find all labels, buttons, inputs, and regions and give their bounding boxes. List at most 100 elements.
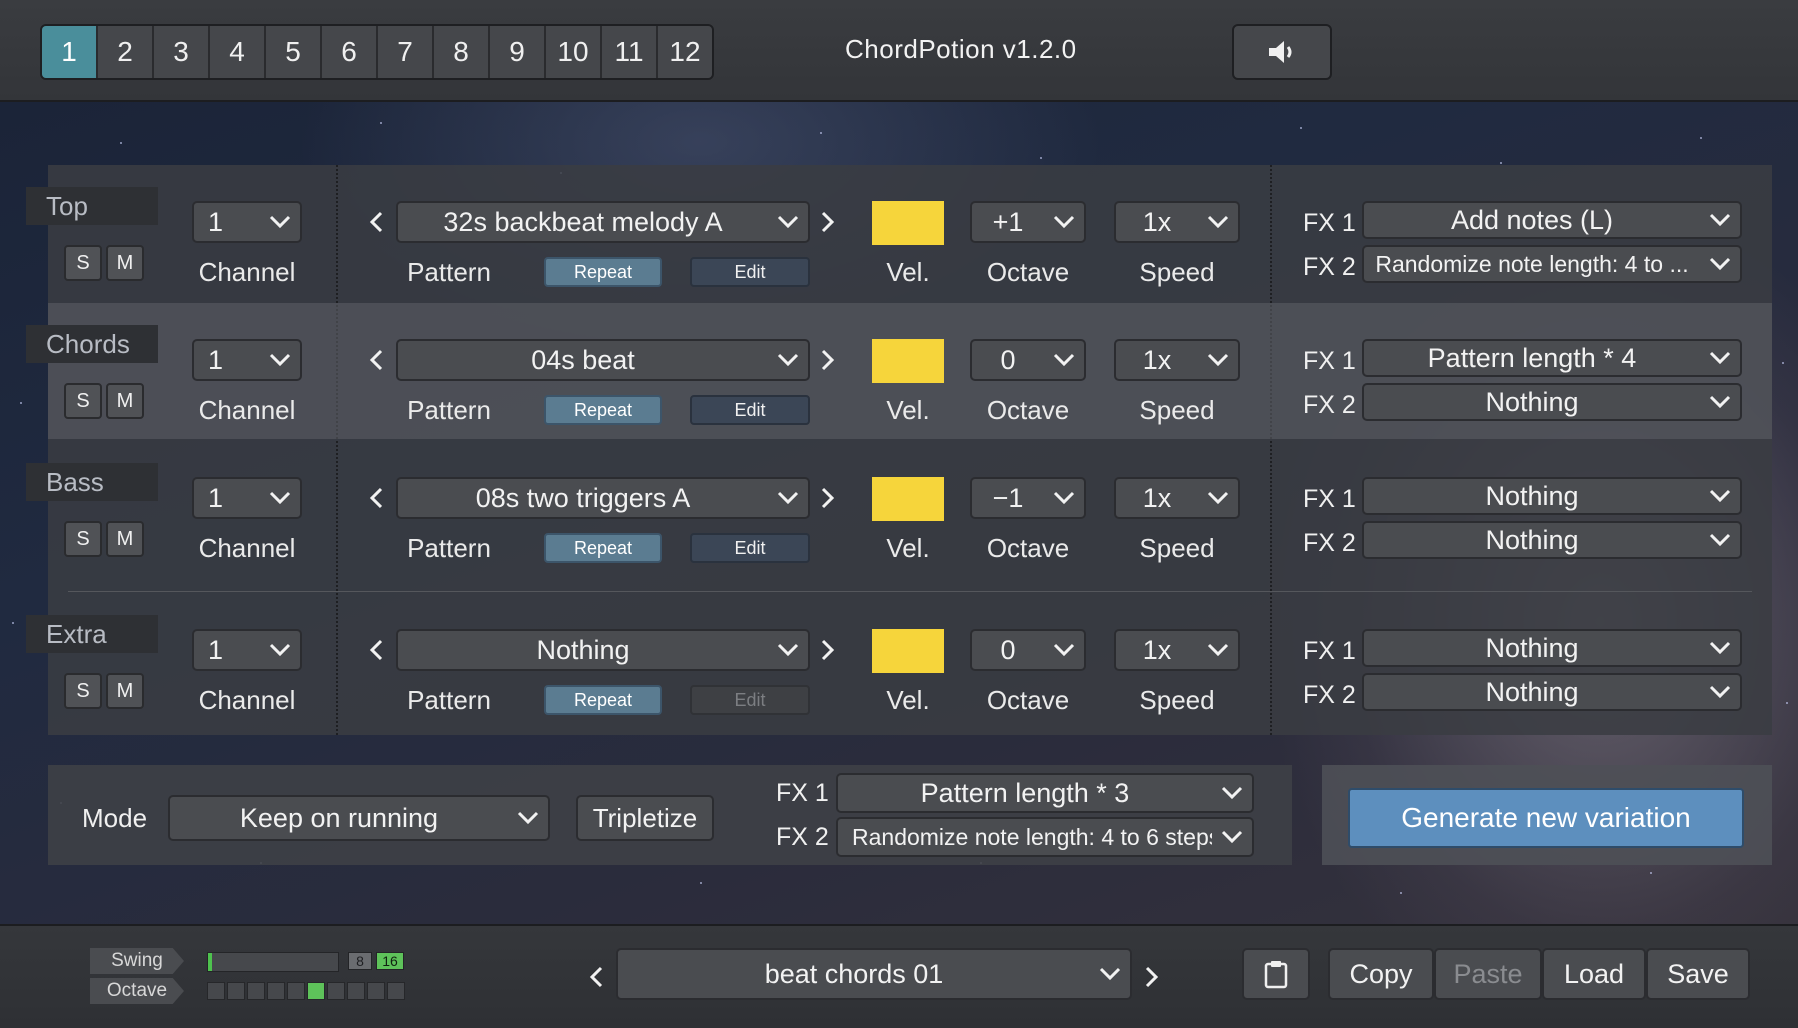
preset-tab-3[interactable]: 3: [154, 26, 210, 78]
speed-dropdown[interactable]: 1x: [1114, 339, 1240, 381]
prev-pattern-button[interactable]: [366, 483, 386, 513]
grid-16-toggle[interactable]: 16: [376, 952, 404, 970]
channel-dropdown[interactable]: 1: [192, 201, 302, 243]
next-pattern-button[interactable]: [818, 483, 838, 513]
preset-dropdown[interactable]: beat chords 01: [616, 948, 1132, 1000]
solo-button[interactable]: S: [64, 245, 102, 281]
speed-label: Speed: [1139, 685, 1215, 715]
mute-button[interactable]: M: [106, 673, 144, 709]
preset-tab-11[interactable]: 11: [602, 26, 658, 78]
velocity-box[interactable]: [872, 339, 944, 383]
pattern-value: Nothing: [536, 634, 630, 665]
mute-button[interactable]: M: [106, 521, 144, 557]
fx1-value: Pattern length * 4: [1427, 342, 1637, 373]
edit-button[interactable]: Edit: [690, 533, 810, 563]
global-fx2-dropdown[interactable]: Randomize note length: 4 to 6 steps: [836, 817, 1254, 857]
octave-dropdown[interactable]: −1: [970, 477, 1086, 519]
prev-pattern-button[interactable]: [366, 345, 386, 375]
octave-range-cell[interactable]: [287, 982, 305, 1000]
solo-button[interactable]: S: [64, 383, 102, 419]
clipboard-button[interactable]: [1242, 948, 1310, 1000]
velocity-box[interactable]: [872, 477, 944, 521]
speed-dropdown[interactable]: 1x: [1114, 477, 1240, 519]
velocity-box[interactable]: [872, 201, 944, 245]
next-pattern-button[interactable]: [818, 207, 838, 237]
generate-variation-button[interactable]: Generate new variation: [1348, 788, 1744, 848]
octave-range-cell[interactable]: [247, 982, 265, 1000]
tripletize-button[interactable]: Tripletize: [576, 795, 714, 841]
next-pattern-button[interactable]: [818, 345, 838, 375]
mode-dropdown[interactable]: Keep on running: [168, 795, 550, 841]
copy-button[interactable]: Copy: [1328, 948, 1434, 1000]
chevron-right-icon: [821, 349, 835, 371]
channel-dropdown[interactable]: 1: [192, 339, 302, 381]
save-button[interactable]: Save: [1646, 948, 1750, 1000]
speed-dropdown[interactable]: 1x: [1114, 201, 1240, 243]
prev-pattern-button[interactable]: [366, 207, 386, 237]
octave-range-cell[interactable]: [227, 982, 245, 1000]
fx2-dropdown[interactable]: Nothing: [1362, 383, 1742, 421]
channel-value: 1: [208, 634, 224, 665]
octave-range-cell[interactable]: [207, 982, 225, 1000]
octave-range-cell[interactable]: [327, 982, 345, 1000]
preset-tab-9[interactable]: 9: [490, 26, 546, 78]
preset-tab-2[interactable]: 2: [98, 26, 154, 78]
chevron-down-icon: [508, 811, 548, 825]
channel-dropdown[interactable]: 1: [192, 629, 302, 671]
channel-dropdown[interactable]: 1: [192, 477, 302, 519]
edit-button[interactable]: Edit: [690, 257, 810, 287]
global-fx1-dropdown[interactable]: Pattern length * 3: [836, 773, 1254, 813]
pattern-label: Pattern: [407, 395, 491, 425]
mute-button[interactable]: M: [106, 383, 144, 419]
next-preset-button[interactable]: [1142, 962, 1162, 992]
solo-button[interactable]: S: [64, 673, 102, 709]
repeat-button[interactable]: Repeat: [544, 533, 662, 563]
speed-dropdown[interactable]: 1x: [1114, 629, 1240, 671]
repeat-button[interactable]: Repeat: [544, 685, 662, 715]
preset-tab-6[interactable]: 6: [322, 26, 378, 78]
pattern-dropdown[interactable]: 08s two triggers A: [396, 477, 810, 519]
fx1-dropdown[interactable]: Nothing: [1362, 477, 1742, 515]
fx1-dropdown[interactable]: Add notes (L): [1362, 201, 1742, 239]
fx2-dropdown[interactable]: Nothing: [1362, 673, 1742, 711]
repeat-button[interactable]: Repeat: [544, 257, 662, 287]
prev-pattern-button[interactable]: [366, 635, 386, 665]
preset-tab-1[interactable]: 1: [42, 26, 98, 78]
octave-range-cell[interactable]: [387, 982, 405, 1000]
preset-tab-5[interactable]: 5: [266, 26, 322, 78]
next-pattern-button[interactable]: [818, 635, 838, 665]
fx1-dropdown[interactable]: Pattern length * 4: [1362, 339, 1742, 377]
swing-slider[interactable]: [207, 952, 339, 972]
fx2-label: FX 2: [1303, 681, 1356, 709]
octave-range-cell[interactable]: [367, 982, 385, 1000]
edit-button[interactable]: Edit: [690, 395, 810, 425]
load-button[interactable]: Load: [1542, 948, 1646, 1000]
octave-dropdown[interactable]: 0: [970, 339, 1086, 381]
octave-dropdown[interactable]: +1: [970, 201, 1086, 243]
speaker-button[interactable]: [1232, 24, 1332, 80]
octave-dropdown[interactable]: 0: [970, 629, 1086, 671]
preset-tab-10[interactable]: 10: [546, 26, 602, 78]
pattern-dropdown[interactable]: 04s beat: [396, 339, 810, 381]
fx1-dropdown[interactable]: Nothing: [1362, 629, 1742, 667]
mute-button[interactable]: M: [106, 245, 144, 281]
grid-8-toggle[interactable]: 8: [348, 952, 372, 970]
chevron-down-icon: [1700, 351, 1740, 365]
velocity-box[interactable]: [872, 629, 944, 673]
fx2-dropdown[interactable]: Nothing: [1362, 521, 1742, 559]
octave-range-cell[interactable]: [347, 982, 365, 1000]
pattern-dropdown[interactable]: 32s backbeat melody A: [396, 201, 810, 243]
octave-range-cell[interactable]: [307, 982, 325, 1000]
track-name: Chords: [26, 325, 158, 363]
octave-range-cell[interactable]: [267, 982, 285, 1000]
preset-tab-4[interactable]: 4: [210, 26, 266, 78]
fx2-label: FX 2: [1303, 529, 1356, 557]
fx2-dropdown[interactable]: Randomize note length: 4 to ...: [1362, 245, 1742, 283]
pattern-dropdown[interactable]: Nothing: [396, 629, 810, 671]
solo-button[interactable]: S: [64, 521, 102, 557]
preset-tab-7[interactable]: 7: [378, 26, 434, 78]
preset-tab-8[interactable]: 8: [434, 26, 490, 78]
preset-tab-12[interactable]: 12: [658, 26, 712, 78]
prev-preset-button[interactable]: [586, 962, 606, 992]
repeat-button[interactable]: Repeat: [544, 395, 662, 425]
